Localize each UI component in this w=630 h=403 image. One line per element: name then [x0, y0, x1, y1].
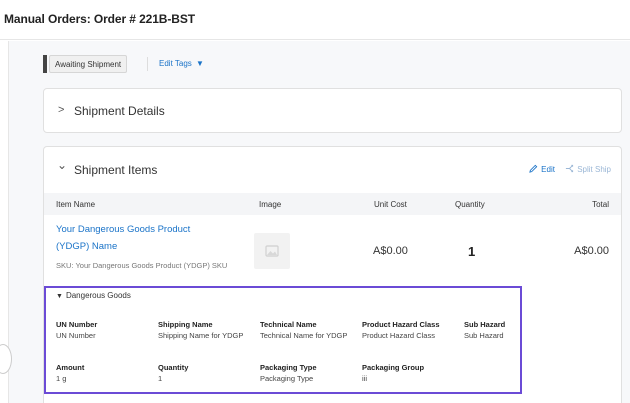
item-image — [254, 233, 290, 269]
edit-items-label: Edit — [541, 165, 555, 174]
col-unit-cost: Unit Cost — [374, 200, 407, 209]
dg-packaging-group: Packaging Group iii — [362, 362, 462, 384]
dg-field-value: 1 — [158, 374, 163, 383]
dg-field-label: Packaging Type — [260, 363, 317, 372]
col-image: Image — [259, 200, 282, 209]
edit-items-button[interactable]: Edit — [529, 164, 557, 174]
items-table-header: Item Name Image Unit Cost Quantity Total — [44, 193, 621, 215]
item-sku: SKU: Your Dangerous Goods Product (YDGP)… — [56, 261, 228, 270]
status-indicator-bar — [43, 55, 47, 73]
dg-field-value: UN Number — [56, 331, 96, 340]
image-placeholder-icon — [265, 245, 279, 257]
split-ship-button[interactable]: Split Ship — [565, 164, 611, 174]
dg-field-value: Technical Name for YDGP — [260, 331, 348, 340]
dg-field-value: Product Hazard Class — [362, 331, 435, 340]
status-badge: Awaiting Shipment — [49, 55, 128, 73]
dg-field-value: Packaging Type — [260, 374, 314, 383]
dg-field-value: iii — [362, 374, 367, 383]
dg-field-label: UN Number — [56, 320, 98, 329]
item-total: A$0.00 — [574, 245, 609, 257]
shipment-items-title: Shipment Items — [74, 163, 158, 177]
caret-down-icon: ▼ — [56, 293, 63, 300]
item-actions: Edit Split Ship — [529, 164, 611, 174]
dg-field-label: Product Hazard Class — [362, 320, 440, 329]
dangerous-goods-label: Dangerous Goods — [65, 291, 131, 300]
dg-field-label: Packaging Group — [362, 363, 425, 372]
dg-shipping-name: Shipping Name Shipping Name for YDGP — [158, 319, 248, 341]
dangerous-goods-toggle[interactable]: ▼ Dangerous Goods — [56, 291, 131, 300]
dg-amount: Amount 1 g — [56, 362, 146, 384]
item-name-link[interactable]: Your Dangerous Goods Product (YDGP) Name — [56, 221, 226, 255]
dg-quantity: Quantity 1 — [158, 362, 248, 384]
item-quantity: 1 — [468, 244, 476, 259]
dg-field-label: Amount — [56, 363, 85, 372]
col-item-name: Item Name — [56, 200, 96, 209]
item-unit-cost: A$0.00 — [373, 245, 408, 257]
dg-field-label: Shipping Name — [158, 320, 213, 329]
split-ship-label: Split Ship — [577, 165, 611, 174]
dg-field-label: Sub Hazard — [464, 320, 506, 329]
dangerous-goods-section: ▼ Dangerous Goods UN Number UN Number Shi… — [44, 286, 522, 394]
divider — [147, 57, 148, 71]
chevron-down-icon[interactable]: ⌄ — [57, 158, 67, 172]
edit-tags-label: Edit Tags — [159, 59, 192, 68]
col-quantity: Quantity — [455, 200, 485, 209]
split-icon — [566, 164, 574, 173]
col-total: Total — [592, 200, 609, 209]
dg-packaging-type: Packaging Type Packaging Type — [260, 362, 350, 384]
dg-field-label: Quantity — [158, 363, 189, 372]
top-bar: Manual Orders: Order # 221B-BST — [0, 0, 630, 40]
dg-field-value: Sub Hazard — [464, 331, 504, 340]
dg-field-value: 1 g — [56, 374, 67, 383]
dg-un-number: UN Number UN Number — [56, 319, 146, 341]
shipment-details-title: Shipment Details — [74, 104, 165, 118]
page-title: Manual Orders: Order # 221B-BST — [4, 12, 195, 26]
dg-sub-hazard: Sub Hazard Sub Hazard — [464, 319, 524, 341]
pencil-icon — [529, 164, 538, 173]
shipment-details-panel[interactable]: > Shipment Details — [43, 88, 622, 133]
chevron-right-icon: > — [58, 104, 65, 116]
caret-down-icon: ▼ — [196, 59, 204, 68]
edit-tags-button[interactable]: Edit Tags ▼ — [159, 59, 204, 68]
dg-product-hazard-class: Product Hazard Class Product Hazard Clas… — [362, 319, 462, 341]
dg-field-label: Technical Name — [260, 320, 317, 329]
dg-field-value: Shipping Name for YDGP — [158, 331, 244, 340]
dg-technical-name: Technical Name Technical Name for YDGP — [260, 319, 350, 341]
